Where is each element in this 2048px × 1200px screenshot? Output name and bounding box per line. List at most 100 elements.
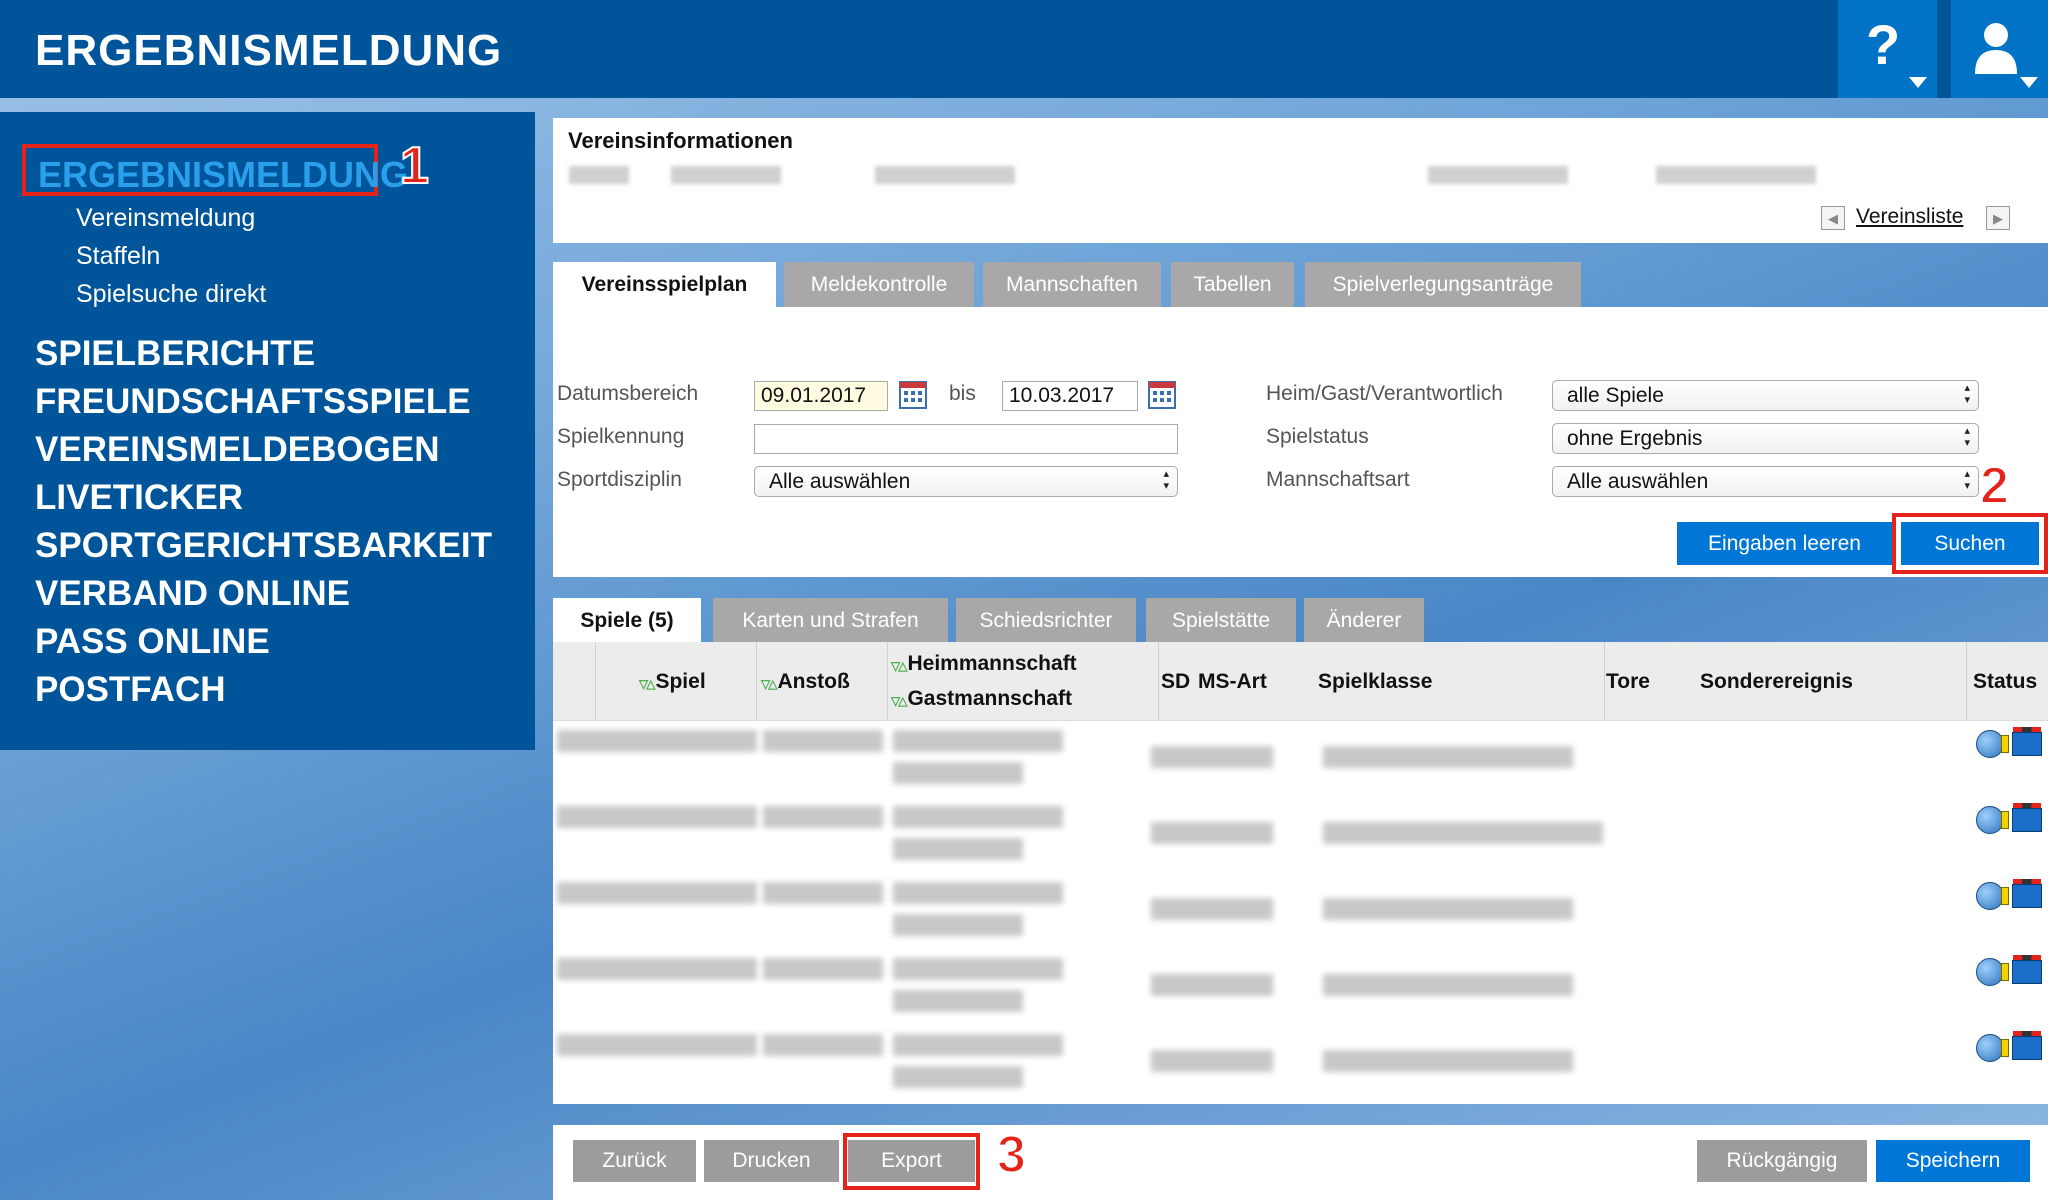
globe-icon[interactable]: [1976, 958, 2009, 986]
sort-icon[interactable]: ▽△: [891, 694, 908, 708]
tab-spielstaette[interactable]: Spielstätte: [1146, 598, 1296, 643]
game-status-select[interactable]: ohne Ergebnis: [1552, 423, 1979, 454]
redacted-text: [1656, 166, 1816, 184]
sidebar-subitem-staffeln[interactable]: Staffeln: [76, 242, 160, 271]
app-title: ERGEBNISMELDUNG: [35, 26, 503, 75]
home-away-label: Heim/Gast/Verantwortlich: [1266, 382, 1503, 405]
tab-aenderer[interactable]: Änderer: [1304, 598, 1424, 643]
tab-meldekontrolle[interactable]: Meldekontrolle: [784, 262, 974, 307]
sidebar-subitem-vereinsmeldung[interactable]: Vereinsmeldung: [76, 204, 255, 233]
previous-club-button[interactable]: ◀: [1821, 206, 1845, 230]
calendar-icon[interactable]: [1148, 381, 1176, 409]
redacted-cell: [1323, 974, 1573, 996]
date-to-input[interactable]: 10.03.2017: [1002, 381, 1138, 411]
redacted-cell: [893, 958, 1063, 980]
date-range-label: Datumsbereich: [557, 382, 699, 405]
to-label: bis: [949, 382, 976, 405]
sidebar-item-sportgerichtsbarkeit[interactable]: SPORTGERICHTSBARKEIT: [35, 526, 492, 566]
print-button[interactable]: Drucken: [704, 1140, 839, 1182]
undo-button[interactable]: Rückgängig: [1697, 1140, 1867, 1182]
sidebar-item-freundschaftsspiele[interactable]: FREUNDSCHAFTSSPIELE: [35, 382, 471, 422]
sidebar-item-ergebnismeldung[interactable]: ERGEBNISMELDUNG: [38, 154, 408, 196]
sidebar-item-vereinsmeldebogen[interactable]: VEREINSMELDEBOGEN: [35, 430, 440, 470]
sidebar-subitem-spielsuche[interactable]: Spielsuche direkt: [76, 280, 266, 309]
user-icon: [1975, 23, 2017, 74]
redacted-cell: [893, 838, 1023, 860]
column-header-spiel[interactable]: ▽△Spiel: [639, 670, 706, 694]
column-divider: [1604, 642, 1605, 720]
home-away-select[interactable]: alle Spiele: [1552, 380, 1979, 411]
redacted-cell: [557, 882, 757, 904]
user-menu-button[interactable]: [1951, 0, 2048, 98]
scoreboard-icon[interactable]: [2012, 879, 2042, 908]
club-list-link[interactable]: Vereinsliste: [1856, 205, 1963, 229]
callout-1: 1: [399, 136, 430, 196]
redacted-cell: [893, 1066, 1023, 1088]
table-row[interactable]: [553, 874, 2048, 950]
tab-spielverlegungsantraege[interactable]: Spielverlegungsanträge: [1305, 262, 1581, 307]
redacted-cell: [763, 882, 883, 904]
table-row[interactable]: [553, 1026, 2048, 1102]
redacted-text: [671, 166, 781, 184]
calendar-icon[interactable]: [899, 381, 927, 409]
sort-icon[interactable]: ▽△: [761, 677, 778, 691]
sidebar-item-postfach[interactable]: POSTFACH: [35, 670, 226, 710]
redacted-cell: [1151, 822, 1273, 844]
sidebar-item-verband-online[interactable]: VERBAND ONLINE: [35, 574, 350, 614]
redacted-cell: [763, 730, 883, 752]
game-id-label: Spielkennung: [557, 425, 685, 448]
save-button[interactable]: Speichern: [1876, 1140, 2030, 1182]
clear-inputs-button[interactable]: Eingaben leeren: [1677, 522, 1892, 565]
next-club-button[interactable]: ▶: [1986, 206, 2010, 230]
table-row[interactable]: [553, 950, 2048, 1026]
status-icons: [1976, 803, 2042, 834]
column-divider: [595, 642, 596, 720]
scoreboard-icon[interactable]: [2012, 727, 2042, 756]
column-divider: [756, 642, 757, 720]
sidebar-item-pass-online[interactable]: PASS ONLINE: [35, 622, 270, 662]
tab-tabellen[interactable]: Tabellen: [1171, 262, 1294, 307]
column-header-heimmannschaft[interactable]: ▽△Heimmannschaft: [891, 652, 1077, 676]
redacted-cell: [1151, 974, 1273, 996]
table-header: ▽△Spiel ▽△Anstoß ▽△Heimmannschaft ▽△Gast…: [553, 642, 2048, 721]
table-row[interactable]: [553, 722, 2048, 798]
sort-icon[interactable]: ▽△: [891, 659, 908, 673]
scoreboard-icon[interactable]: [2012, 803, 2042, 832]
sidebar-active-highlight: ERGEBNISMELDUNG: [22, 144, 408, 196]
callout-3: 3: [996, 1125, 1027, 1185]
globe-icon[interactable]: [1976, 730, 2009, 758]
callout-2: 2: [1979, 456, 2010, 516]
tab-karten-strafen[interactable]: Karten und Strafen: [713, 598, 948, 643]
help-button[interactable]: ?: [1838, 0, 1937, 98]
games-table: ▽△Spiel ▽△Anstoß ▽△Heimmannschaft ▽△Gast…: [553, 642, 2048, 1104]
result-tabs: Spiele (5) Karten und Strafen Schiedsric…: [553, 598, 2048, 643]
redacted-cell: [893, 882, 1063, 904]
discipline-select[interactable]: Alle auswählen: [754, 466, 1178, 497]
back-button[interactable]: Zurück: [573, 1140, 696, 1182]
column-header-gastmannschaft[interactable]: ▽△Gastmannschaft: [891, 687, 1072, 711]
sidebar-item-spielberichte[interactable]: SPIELBERICHTE: [35, 334, 315, 374]
game-id-input[interactable]: [754, 424, 1178, 454]
scoreboard-icon[interactable]: [2012, 955, 2042, 984]
scoreboard-icon[interactable]: [2012, 1031, 2042, 1060]
sort-icon[interactable]: ▽△: [639, 677, 656, 691]
club-info-title: Vereinsinformationen: [568, 128, 793, 153]
column-header-sonderereignis: Sonderereignis: [1700, 670, 1853, 693]
team-type-select[interactable]: Alle auswählen: [1552, 466, 1979, 497]
date-from-input[interactable]: 09.01.2017: [754, 381, 888, 411]
table-row[interactable]: [553, 798, 2048, 874]
column-header-anstoss[interactable]: ▽△Anstoß: [761, 670, 850, 694]
redacted-cell: [893, 914, 1023, 936]
tab-schiedsrichter[interactable]: Schiedsrichter: [956, 598, 1136, 643]
tab-vereinsspielplan[interactable]: Vereinsspielplan: [553, 262, 776, 307]
discipline-label: Sportdisziplin: [557, 468, 682, 491]
globe-icon[interactable]: [1976, 882, 2009, 910]
redacted-cell: [763, 958, 883, 980]
sidebar-item-liveticker[interactable]: LIVETICKER: [35, 478, 243, 518]
redacted-cell: [893, 730, 1063, 752]
tab-mannschaften[interactable]: Mannschaften: [983, 262, 1161, 307]
tab-spiele[interactable]: Spiele (5): [553, 598, 701, 643]
globe-icon[interactable]: [1976, 806, 2009, 834]
club-info-panel: Vereinsinformationen ◀ Vereinsliste ▶: [553, 118, 2048, 243]
globe-icon[interactable]: [1976, 1034, 2009, 1062]
